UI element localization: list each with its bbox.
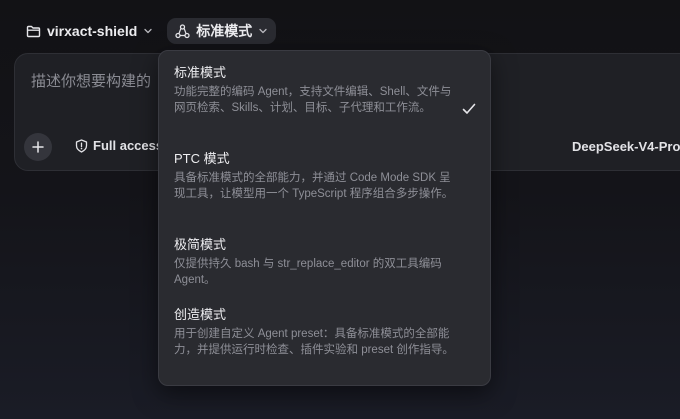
project-name: virxact-shield	[47, 23, 138, 39]
access-label: Full access	[93, 138, 164, 153]
agent-mode-icon	[175, 23, 190, 39]
mode-option-title: 创造模式	[174, 307, 227, 322]
project-selector[interactable]: virxact-shield	[18, 18, 161, 44]
top-toolbar: virxact-shield 标准模式	[18, 18, 277, 44]
shield-icon	[75, 138, 88, 153]
plus-icon	[31, 140, 45, 154]
mode-label: 标准模式	[196, 23, 253, 39]
mode-option-description: 用于创建自定义 Agent preset：具备标准模式的全部能力，并提供运行时检…	[174, 328, 454, 356]
chevron-down-icon	[258, 26, 268, 36]
mode-option-title: PTC 模式	[174, 151, 230, 166]
mode-option-title: 标准模式	[174, 65, 227, 80]
chevron-down-icon	[143, 26, 153, 36]
add-attachment-button[interactable]	[24, 133, 52, 161]
mode-option-create[interactable]: 创造模式 用于创建自定义 Agent preset：具备标准模式的全部能力，并提…	[159, 307, 490, 358]
mode-option-title: 极简模式	[174, 237, 227, 252]
access-level-button[interactable]: Full access	[75, 138, 163, 153]
mode-selector[interactable]: 标准模式	[167, 18, 277, 44]
folder-icon	[26, 25, 41, 38]
mode-option-description: 仅提供持久 bash 与 str_replace_editor 的双工具编码 A…	[174, 258, 442, 286]
mode-dropdown-menu: 标准模式 功能完整的编码 Agent，支持文件编辑、Shell、文件与网页检索、…	[158, 50, 491, 386]
prompt-input[interactable]: 描述你想要构建的	[31, 70, 151, 91]
checkmark-icon	[462, 103, 476, 115]
model-selector[interactable]: DeepSeek-V4-Pro	[572, 139, 680, 154]
mode-option-description: 具备标准模式的全部能力，并通过 Code Mode SDK 呈现工具，让模型用一…	[174, 172, 454, 200]
mode-option-ptc[interactable]: PTC 模式 具备标准模式的全部能力，并通过 Code Mode SDK 呈现工…	[159, 151, 490, 202]
mode-option-standard[interactable]: 标准模式 功能完整的编码 Agent，支持文件编辑、Shell、文件与网页检索、…	[159, 65, 490, 116]
mode-option-description: 功能完整的编码 Agent，支持文件编辑、Shell、文件与网页检索、Skill…	[174, 86, 452, 114]
mode-option-minimal[interactable]: 极简模式 仅提供持久 bash 与 str_replace_editor 的双工…	[159, 237, 490, 288]
